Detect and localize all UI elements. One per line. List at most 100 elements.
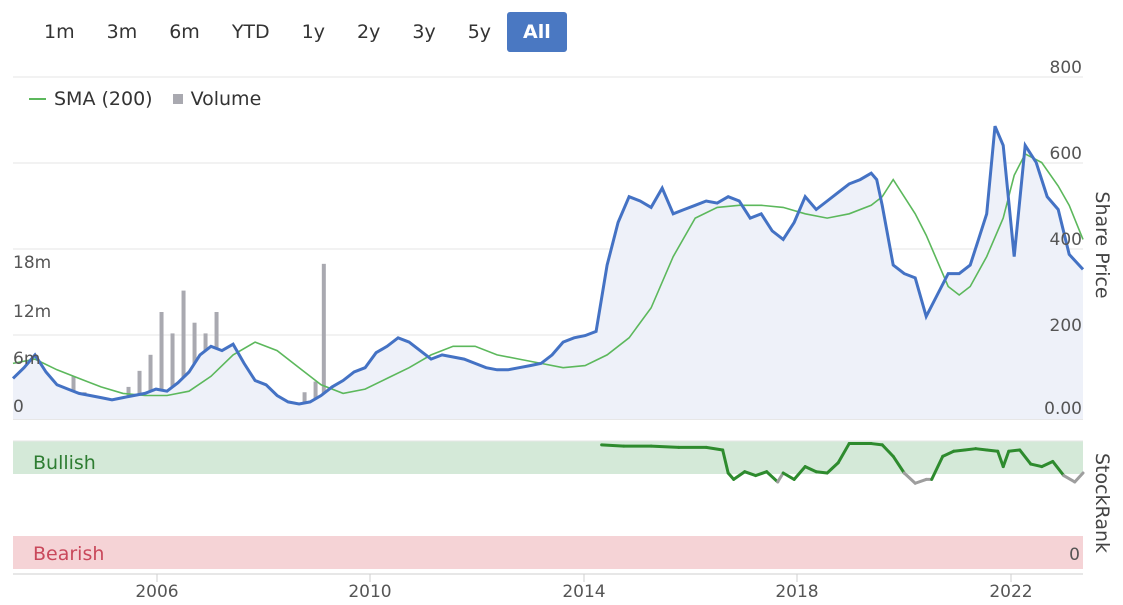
volume-bar: [49, 381, 54, 419]
volume-bar: [489, 409, 494, 419]
volume-bar: [346, 392, 351, 419]
stockrank-tick-0: 0: [1069, 545, 1080, 565]
stockrank-segment: [880, 443, 895, 458]
volume-bar: [610, 411, 615, 419]
x-label-2010: 2010: [348, 582, 391, 602]
x-label-2018: 2018: [775, 582, 818, 602]
volume-bar: [676, 392, 681, 419]
stockrank-segment: [963, 447, 978, 452]
volume-bar: [258, 392, 263, 419]
range-ytd-button[interactable]: YTD: [216, 12, 286, 52]
volume-bar: [291, 408, 296, 419]
stockrank-segment: [825, 461, 840, 475]
volume-bar: [379, 397, 384, 419]
volume-bar: [445, 410, 450, 419]
volume-bar: [16, 402, 21, 419]
volume-bar: [60, 397, 65, 419]
range-5y-button[interactable]: 5y: [452, 12, 507, 52]
stockrank-segment: [891, 454, 906, 475]
volume-bar: [396, 402, 401, 419]
chart-legend: SMA (200) Volume: [29, 88, 261, 110]
volume-bar: [874, 410, 879, 419]
volume-bar: [583, 410, 588, 419]
stockrank-segment: [1040, 459, 1055, 469]
volume-bar: [830, 411, 835, 419]
stockrank-segment: [996, 449, 1005, 469]
volume-bar: [181, 290, 186, 419]
volume-bar: [269, 402, 274, 419]
volume-bar: [313, 381, 318, 419]
stockrank-segment: [803, 465, 818, 474]
sma-legend-swatch[interactable]: [29, 98, 46, 100]
price-line[interactable]: [11, 125, 1085, 406]
volume-bar: [247, 386, 252, 419]
range-2y-button[interactable]: 2y: [341, 12, 396, 52]
volume-bar: [148, 354, 153, 419]
volume-bar: [940, 408, 945, 419]
volume-bar: [93, 397, 98, 419]
volume-bar: [363, 402, 368, 419]
volume-bar: [764, 402, 769, 419]
range-1m-button[interactable]: 1m: [28, 12, 91, 52]
stockrank-segment: [1051, 459, 1066, 478]
volume-bar: [786, 409, 791, 419]
volume-bar: [38, 370, 43, 419]
bearish-band: [13, 536, 1083, 569]
range-3m-button[interactable]: 3m: [91, 12, 154, 52]
range-6m-button[interactable]: 6m: [153, 12, 216, 52]
stockrank-segment: [765, 470, 780, 484]
bearish-label: Bearish: [33, 543, 104, 565]
volume-bar: [984, 413, 989, 419]
stockrank-segment: [1062, 474, 1077, 484]
price-area: [13, 126, 1083, 419]
stockrank-segment: [792, 465, 807, 481]
price-tick-200: 200: [1050, 316, 1082, 336]
volume-bar: [104, 408, 109, 419]
volume-bar: [137, 370, 142, 419]
stockrank-segment: [776, 471, 785, 484]
x-label-2006: 2006: [135, 582, 178, 602]
volume-bar: [203, 333, 208, 419]
volume-bar: [742, 408, 747, 419]
volume-bar: [539, 408, 544, 419]
range-all-button[interactable]: All: [507, 12, 567, 52]
volume-bar: [1006, 406, 1011, 419]
volume-bar: [170, 333, 175, 419]
stockrank-segment: [814, 470, 829, 475]
x-axis-ticks: [156, 574, 1012, 582]
sma-line[interactable]: [12, 152, 1084, 397]
volume-bar: [1061, 408, 1066, 419]
volume-bar: [82, 392, 87, 419]
share-price-axis-title: Share Price: [1091, 191, 1113, 298]
volume-bar: [192, 322, 197, 419]
stockrank-line: [600, 442, 1085, 485]
volume-bar: [511, 408, 516, 419]
volume-legend-swatch[interactable]: [172, 94, 183, 104]
stockrank-segment: [704, 445, 725, 452]
volume-bar: [561, 406, 566, 419]
stockrank-segment: [836, 442, 851, 465]
price-grid: [13, 76, 1083, 420]
stockrank-segment: [600, 443, 626, 448]
volume-bar: [302, 392, 307, 419]
volume-bar: [962, 408, 967, 419]
volume-bar: [335, 386, 340, 419]
stockrank-segment: [913, 477, 928, 485]
volume-bar: [896, 402, 901, 419]
stockrank-segment: [721, 448, 730, 475]
price-tick-600: 600: [1050, 144, 1082, 164]
volume-bar: [654, 408, 659, 419]
stockrank-segment: [1018, 448, 1033, 466]
volume-bar: [808, 410, 813, 419]
range-3y-button[interactable]: 3y: [396, 12, 451, 52]
stockrank-axis-title: StockRank: [1091, 453, 1113, 553]
sma-legend-label[interactable]: SMA (200): [54, 88, 153, 110]
range-1y-button[interactable]: 1y: [286, 12, 341, 52]
stockrank-segment: [1001, 449, 1011, 469]
stockrank-segment: [1007, 448, 1022, 453]
volume-bar: [236, 370, 241, 419]
stockrank-segment: [781, 471, 796, 481]
stockrank-segment: [649, 444, 681, 449]
volume-legend-label[interactable]: Volume: [191, 88, 262, 110]
x-label-2022: 2022: [989, 582, 1032, 602]
